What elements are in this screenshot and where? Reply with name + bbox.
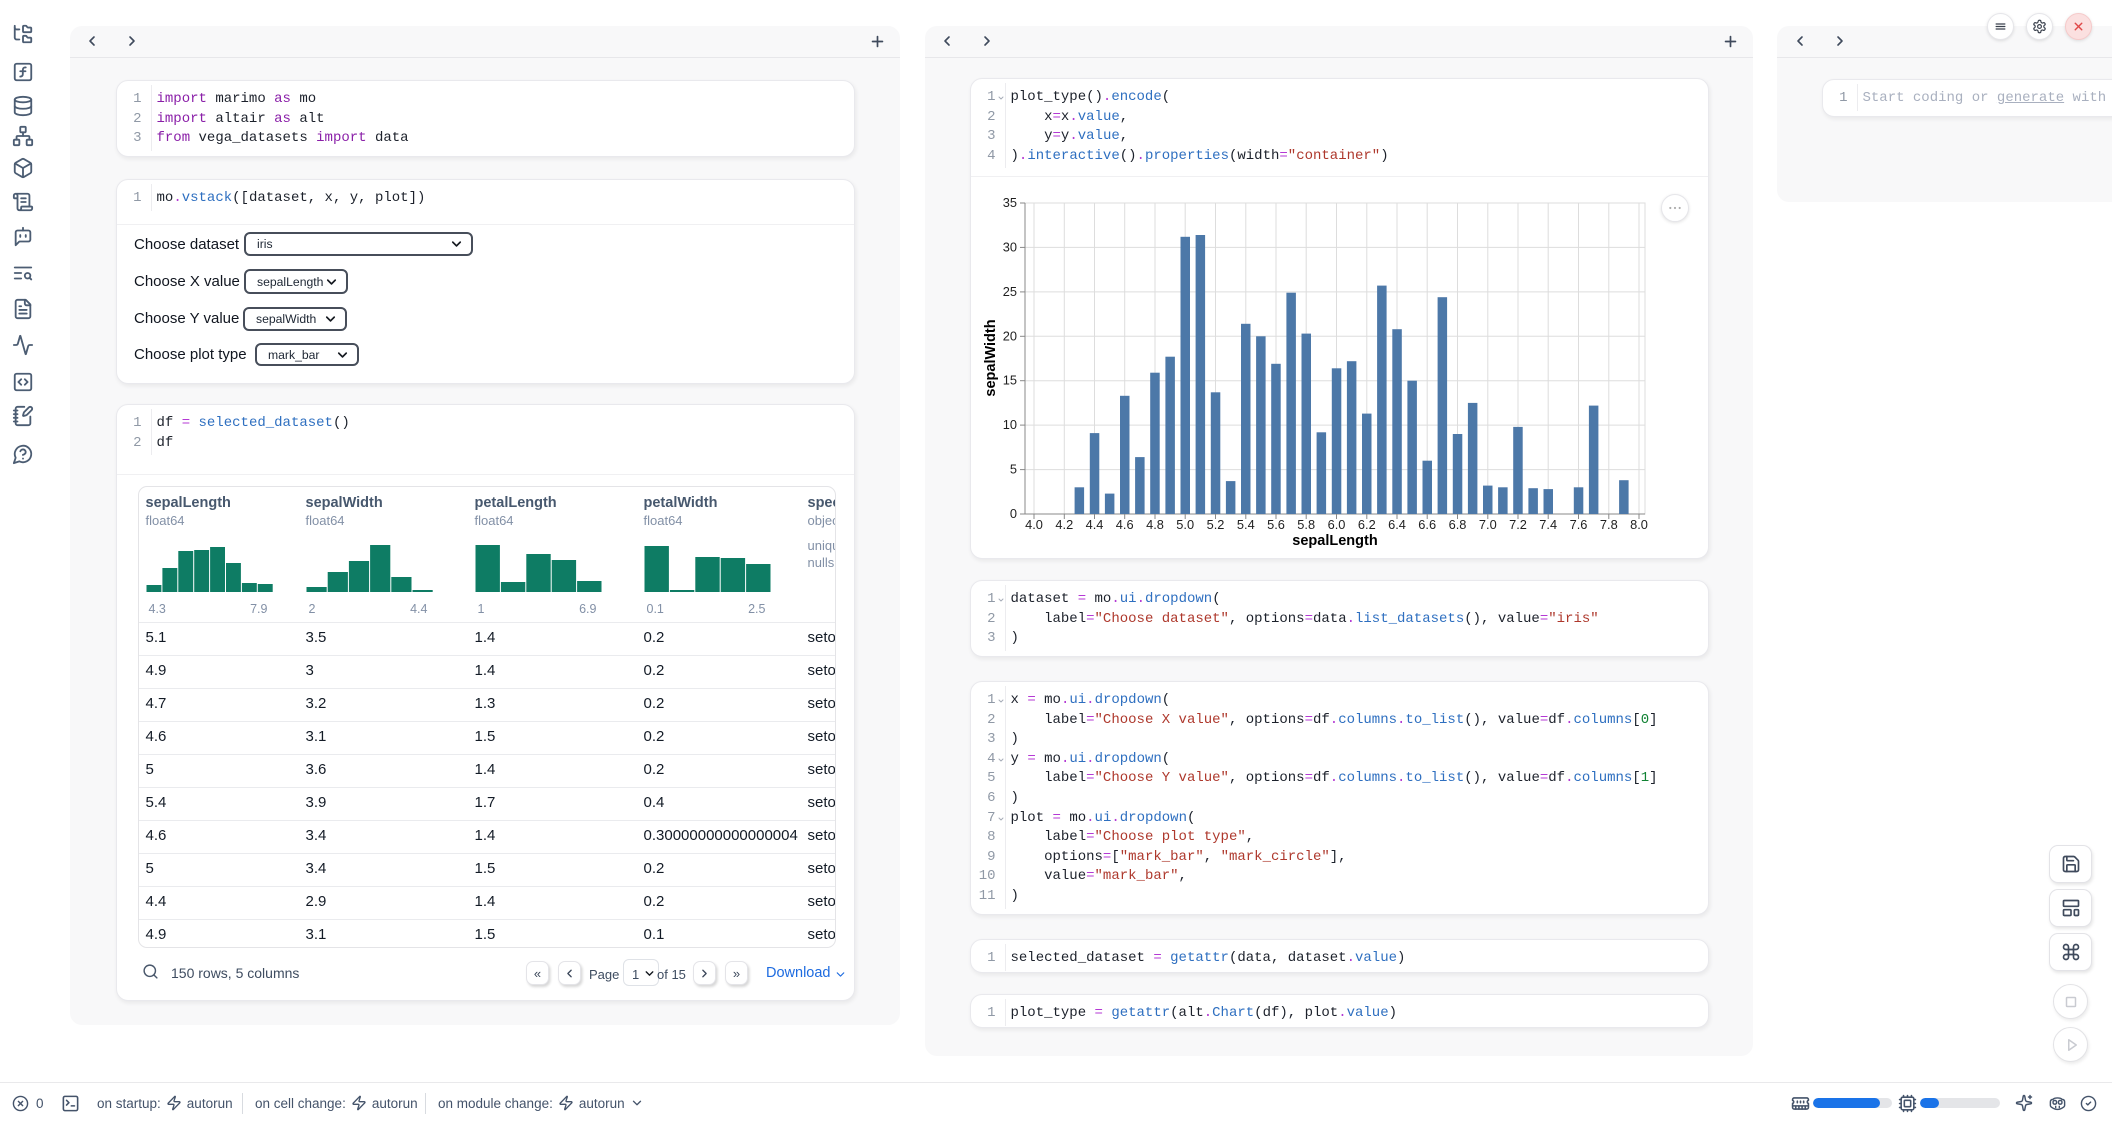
svg-text:6.0: 6.0 [1328,517,1346,532]
svg-text:6.2: 6.2 [1358,517,1376,532]
svg-text:sepalWidth: sepalWidth [983,319,999,396]
svg-text:0: 0 [1010,506,1017,521]
svg-text:5.6: 5.6 [1267,517,1285,532]
svg-text:6.8: 6.8 [1449,517,1467,532]
svg-text:5.0: 5.0 [1176,517,1194,532]
svg-text:7.4: 7.4 [1539,517,1557,532]
svg-text:5: 5 [1010,462,1017,477]
svg-text:4.0: 4.0 [1025,517,1043,532]
svg-text:4.2: 4.2 [1055,517,1073,532]
svg-text:5.4: 5.4 [1237,517,1255,532]
svg-text:4.4: 4.4 [1086,517,1104,532]
svg-text:7.2: 7.2 [1509,517,1527,532]
svg-text:7.6: 7.6 [1570,517,1588,532]
svg-text:6.4: 6.4 [1388,517,1406,532]
svg-text:30: 30 [1003,239,1017,254]
svg-text:10: 10 [1003,417,1017,432]
svg-text:35: 35 [1003,195,1017,210]
svg-text:4.8: 4.8 [1146,517,1164,532]
svg-text:sepalLength: sepalLength [1292,533,1377,549]
svg-text:5.2: 5.2 [1207,517,1225,532]
svg-text:6.6: 6.6 [1418,517,1436,532]
svg-text:8.0: 8.0 [1630,517,1648,532]
svg-text:25: 25 [1003,284,1017,299]
svg-text:5.8: 5.8 [1297,517,1315,532]
svg-text:4.6: 4.6 [1116,517,1134,532]
svg-text:15: 15 [1003,373,1017,388]
svg-text:20: 20 [1003,328,1017,343]
svg-text:7.8: 7.8 [1600,517,1618,532]
svg-text:7.0: 7.0 [1479,517,1497,532]
